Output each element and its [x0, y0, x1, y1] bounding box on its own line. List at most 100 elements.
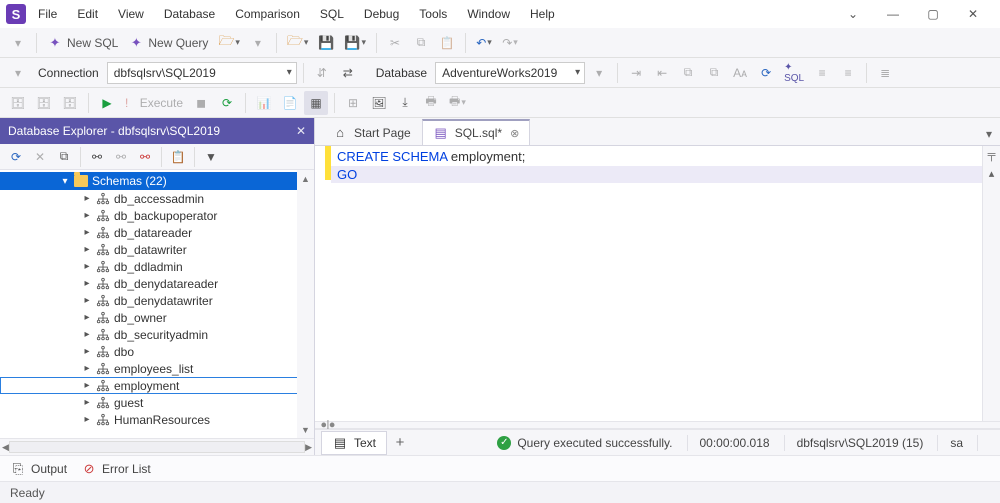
result-tab-text[interactable]: ▤ Text	[321, 431, 387, 455]
refresh-icon[interactable]: ⟳	[754, 61, 778, 85]
server-icon[interactable]: 🗄	[6, 91, 30, 115]
close-tab-icon[interactable]: ⊗	[510, 127, 519, 140]
splitter[interactable]: ⦁|⦁	[315, 421, 1000, 429]
export-icon[interactable]: ⤓	[393, 91, 417, 115]
new-connection-icon[interactable]: ⚯	[85, 145, 109, 169]
vertical-scrollbar[interactable]: ▲ ▼	[297, 170, 314, 438]
redo-icon[interactable]: ↷▾	[498, 31, 522, 55]
split-icon[interactable]: ╤	[985, 148, 999, 162]
expand-icon[interactable]: ▸	[82, 227, 92, 238]
expand-icon[interactable]: ▸	[82, 210, 92, 221]
sync-connection-icon[interactable]: ⇵	[310, 61, 334, 85]
schema-item[interactable]: ▸db_owner	[0, 309, 314, 326]
horizontal-scrollbar[interactable]: ◀ ▶	[0, 438, 314, 455]
expand-icon[interactable]: ▸	[82, 363, 92, 374]
schema-item[interactable]: ▸db_ddladmin	[0, 258, 314, 275]
format-icon[interactable]: Aᴀ	[728, 61, 752, 85]
expand-icon[interactable]: ▸	[82, 278, 92, 289]
schema-item[interactable]: ▸dbo	[0, 343, 314, 360]
filter-icon[interactable]: ▼	[199, 145, 223, 169]
collapse-icon[interactable]: ▾	[60, 176, 70, 187]
sql-icon[interactable]: ✦SQL	[780, 61, 808, 85]
window-maximize-icon[interactable]: ▢	[922, 7, 944, 21]
menu-view[interactable]: View	[110, 3, 152, 25]
execute-icon[interactable]: ▶	[95, 91, 119, 115]
open-file-icon[interactable]: 🗁▾	[283, 31, 313, 55]
refresh-icon[interactable]: ⟳	[4, 145, 28, 169]
tab-start-page[interactable]: ⌂ Start Page	[321, 119, 422, 145]
output-tab[interactable]: ⎘Output	[10, 461, 67, 477]
paste-icon[interactable]: 📋	[435, 31, 459, 55]
schema-item[interactable]: ▸db_accessadmin	[0, 190, 314, 207]
copy-icon[interactable]: ⧉	[409, 31, 433, 55]
expand-icon[interactable]: ▸	[82, 397, 92, 408]
database-icon[interactable]: 🗄	[32, 91, 56, 115]
add-result-tab[interactable]: +	[387, 434, 413, 451]
print-menu-icon[interactable]: 🖶▾	[445, 91, 470, 115]
expand-icon[interactable]: ▸	[82, 261, 92, 272]
schema-item[interactable]: ▸db_datawriter	[0, 241, 314, 258]
menu-comparison[interactable]: Comparison	[227, 3, 308, 25]
databases-icon[interactable]: 🗄	[58, 91, 82, 115]
grid-icon[interactable]: ▦	[304, 91, 328, 115]
profiler-icon[interactable]: 📊	[252, 91, 276, 115]
connection-icon[interactable]: ⚯	[109, 145, 133, 169]
recent-dropdown-icon[interactable]: ▾	[246, 31, 270, 55]
history-dropdown-icon[interactable]: ▾	[6, 31, 30, 55]
delete-icon[interactable]: ✕	[28, 145, 52, 169]
connection-pick-icon[interactable]: ▾	[6, 61, 30, 85]
expand-icon[interactable]: ▸	[82, 346, 92, 357]
schemas-folder[interactable]: ▾ Schemas (22)	[0, 172, 314, 190]
menu-file[interactable]: File	[30, 3, 65, 25]
save-icon[interactable]: 💾	[314, 31, 338, 55]
menu-window[interactable]: Window	[459, 3, 518, 25]
comment-icon[interactable]: ⧉	[676, 61, 700, 85]
menu-debug[interactable]: Debug	[356, 3, 407, 25]
schema-item[interactable]: ▸db_securityadmin	[0, 326, 314, 343]
script-icon[interactable]: 📄	[278, 91, 302, 115]
expand-icon[interactable]: ▸	[82, 312, 92, 323]
list-icon[interactable]: ≣	[873, 61, 897, 85]
chevron-down-icon[interactable]: ⌄	[842, 7, 864, 21]
schema-item[interactable]: ▸db_datareader	[0, 224, 314, 241]
schema-item[interactable]: ▸db_denydatawriter	[0, 292, 314, 309]
tab-sql-file[interactable]: ▤ SQL.sql* ⊗	[422, 119, 531, 145]
switch-connection-icon[interactable]: ⇄	[336, 61, 360, 85]
schema-item[interactable]: ▸guest	[0, 394, 314, 411]
code-editor[interactable]: CREATE SCHEMA employment; GO	[331, 146, 982, 421]
diagram-icon[interactable]: ⊞	[341, 91, 365, 115]
image-icon[interactable]: 🖼	[367, 91, 391, 115]
scroll-up-icon[interactable]: ▴	[985, 166, 999, 180]
new-query-button[interactable]: ✦New Query	[124, 31, 212, 55]
align-left-icon[interactable]: ≡	[810, 61, 834, 85]
print-icon[interactable]: 🖶	[419, 91, 443, 115]
reconnect-icon[interactable]: ⟳	[215, 91, 239, 115]
close-icon[interactable]: ✕	[296, 124, 306, 138]
window-minimize-icon[interactable]: ―	[882, 7, 904, 21]
error-list-tab[interactable]: ⊘Error List	[81, 461, 151, 477]
align-right-icon[interactable]: ≡	[836, 61, 860, 85]
expand-icon[interactable]: ▸	[82, 414, 92, 425]
save-all-icon[interactable]: 💾▾	[340, 31, 370, 55]
schema-item[interactable]: ▸db_backupoperator	[0, 207, 314, 224]
undo-icon[interactable]: ↶▾	[472, 31, 496, 55]
schema-item[interactable]: ▸employment	[0, 377, 314, 394]
uncomment-icon[interactable]: ⧉	[702, 61, 726, 85]
schema-item[interactable]: ▸db_denydatareader	[0, 275, 314, 292]
expand-icon[interactable]: ▸	[82, 295, 92, 306]
menu-tools[interactable]: Tools	[411, 3, 455, 25]
database-menu-icon[interactable]: ▾	[587, 61, 611, 85]
indent-icon[interactable]: ⇥	[624, 61, 648, 85]
clipboard-icon[interactable]: 📋	[166, 145, 190, 169]
expand-icon[interactable]: ▸	[82, 193, 92, 204]
menu-edit[interactable]: Edit	[69, 3, 106, 25]
execute-button[interactable]: ! Execute	[121, 91, 187, 115]
expand-icon[interactable]: ▸	[82, 380, 92, 391]
database-dropdown[interactable]: AdventureWorks2019 ▾	[435, 62, 585, 84]
new-sql-button[interactable]: ✦New SQL	[43, 31, 122, 55]
schema-item[interactable]: ▸employees_list	[0, 360, 314, 377]
menu-sql[interactable]: SQL	[312, 3, 352, 25]
open-icon[interactable]: 🗁▾	[214, 31, 244, 55]
disconnect-icon[interactable]: ⚯	[133, 145, 157, 169]
schema-item[interactable]: ▸HumanResources	[0, 411, 314, 428]
